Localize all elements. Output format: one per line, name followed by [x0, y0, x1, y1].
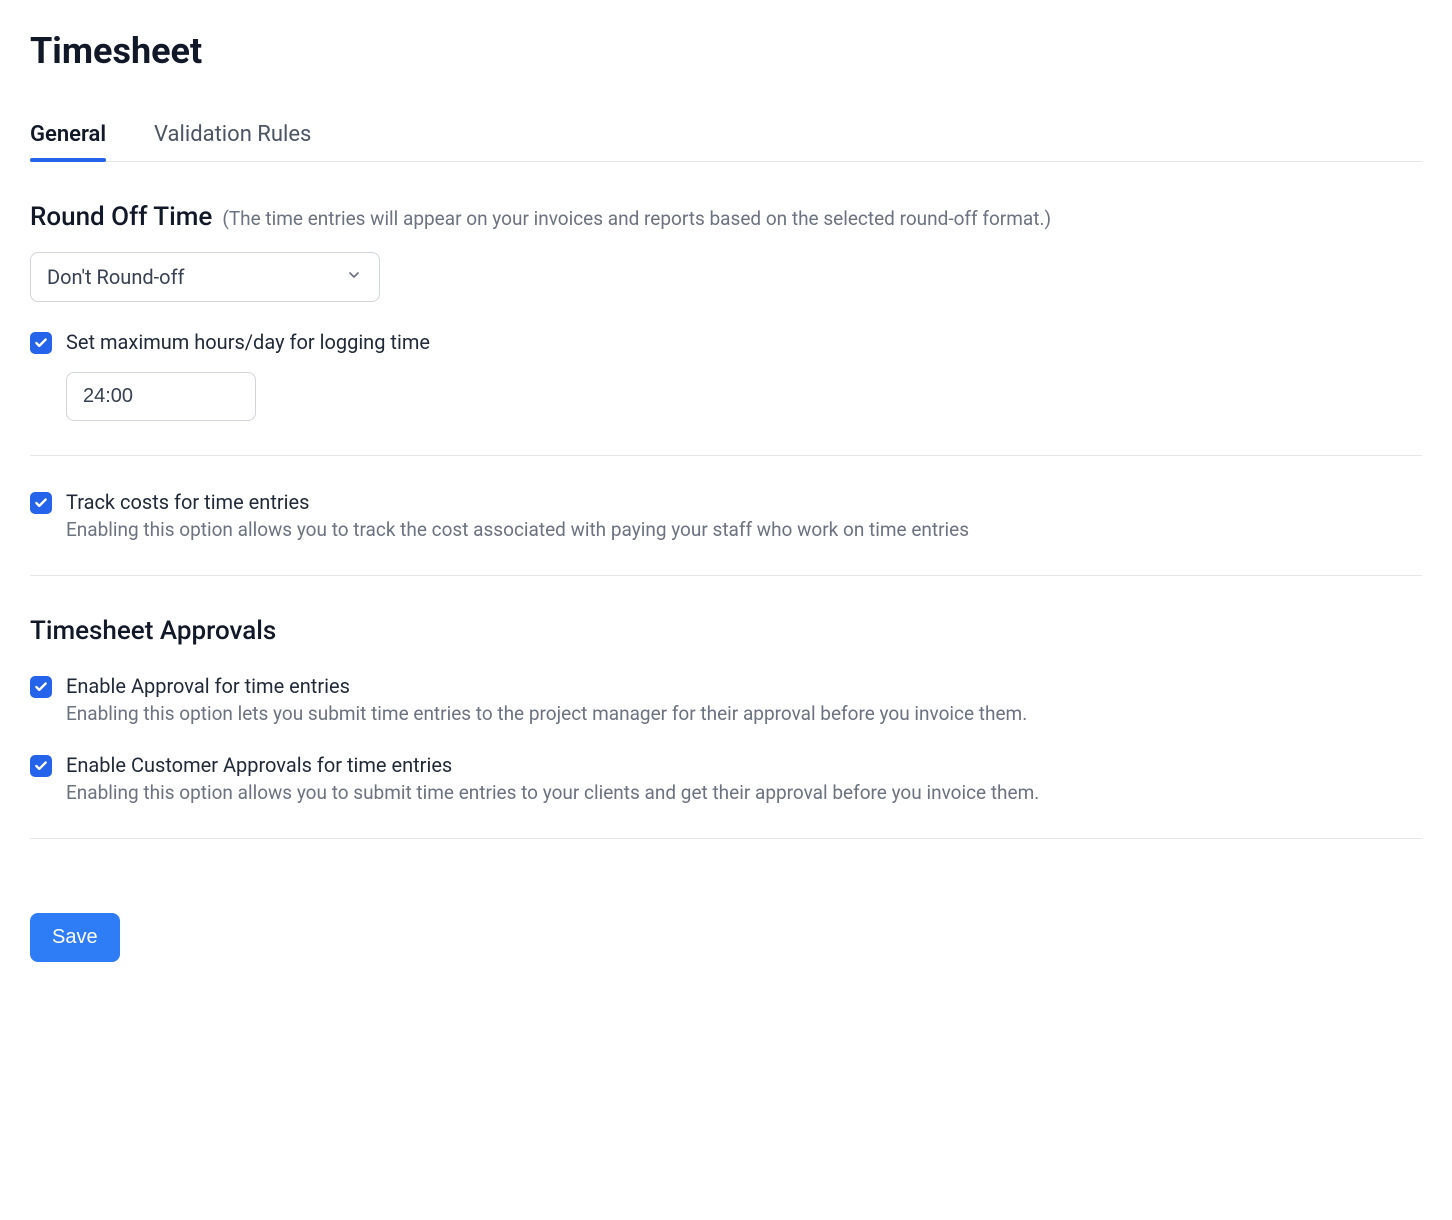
divider [30, 838, 1422, 839]
customer-approval-label: Enable Customer Approvals for time entri… [66, 753, 1422, 777]
enable-approval-desc: Enabling this option lets you submit tim… [66, 702, 1422, 725]
track-costs-checkbox[interactable] [30, 492, 52, 514]
customer-approval-checkbox[interactable] [30, 755, 52, 777]
divider [30, 455, 1422, 456]
track-costs-desc: Enabling this option allows you to track… [66, 518, 1422, 541]
round-off-section-header: Round Off Time (The time entries will ap… [30, 202, 1422, 232]
tab-general[interactable]: General [30, 122, 106, 161]
customer-approval-row: Enable Customer Approvals for time entri… [30, 753, 1422, 804]
tab-validation-rules[interactable]: Validation Rules [154, 122, 311, 161]
round-off-hint: (The time entries will appear on your in… [222, 207, 1051, 230]
save-button[interactable]: Save [30, 913, 120, 962]
enable-approval-checkbox[interactable] [30, 676, 52, 698]
round-off-select-wrapper: Don't Round-off [30, 252, 380, 302]
max-hours-input[interactable] [66, 372, 256, 421]
divider [30, 575, 1422, 576]
track-costs-label: Track costs for time entries [66, 490, 1422, 514]
approvals-title: Timesheet Approvals [30, 616, 1422, 646]
tabs: General Validation Rules [30, 122, 1422, 162]
round-off-title: Round Off Time [30, 202, 212, 232]
customer-approval-desc: Enabling this option allows you to submi… [66, 781, 1422, 804]
enable-approval-row: Enable Approval for time entries Enablin… [30, 674, 1422, 725]
track-costs-row: Track costs for time entries Enabling th… [30, 490, 1422, 541]
max-hours-row: Set maximum hours/day for logging time [30, 330, 1422, 354]
page-title: Timesheet [30, 30, 1422, 72]
max-hours-checkbox[interactable] [30, 332, 52, 354]
max-hours-label: Set maximum hours/day for logging time [66, 330, 1422, 354]
enable-approval-label: Enable Approval for time entries [66, 674, 1422, 698]
round-off-select[interactable]: Don't Round-off [30, 252, 380, 302]
